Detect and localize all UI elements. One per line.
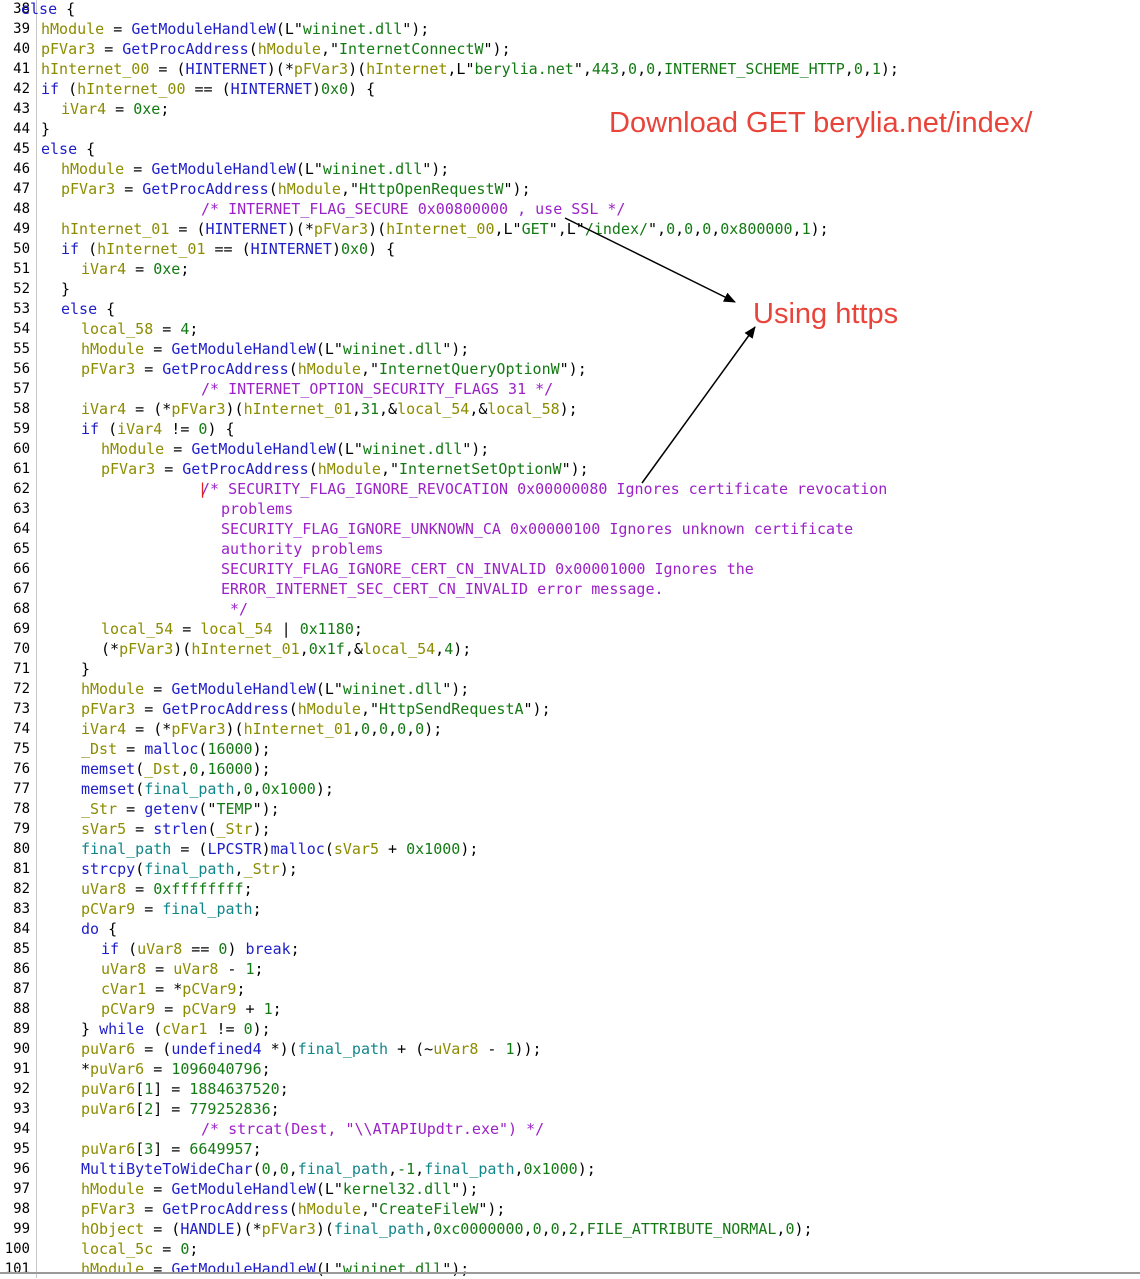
arrow-from-security-flags (641, 326, 756, 484)
code-editor[interactable]: 38 else {39 hModule = GetModuleHandleW(L"w… (0, 0, 1140, 1278)
editor-bottom-border (0, 1272, 1140, 1274)
annotation-arrows (564, 217, 756, 484)
arrow-from-ssl-flag (564, 217, 736, 303)
